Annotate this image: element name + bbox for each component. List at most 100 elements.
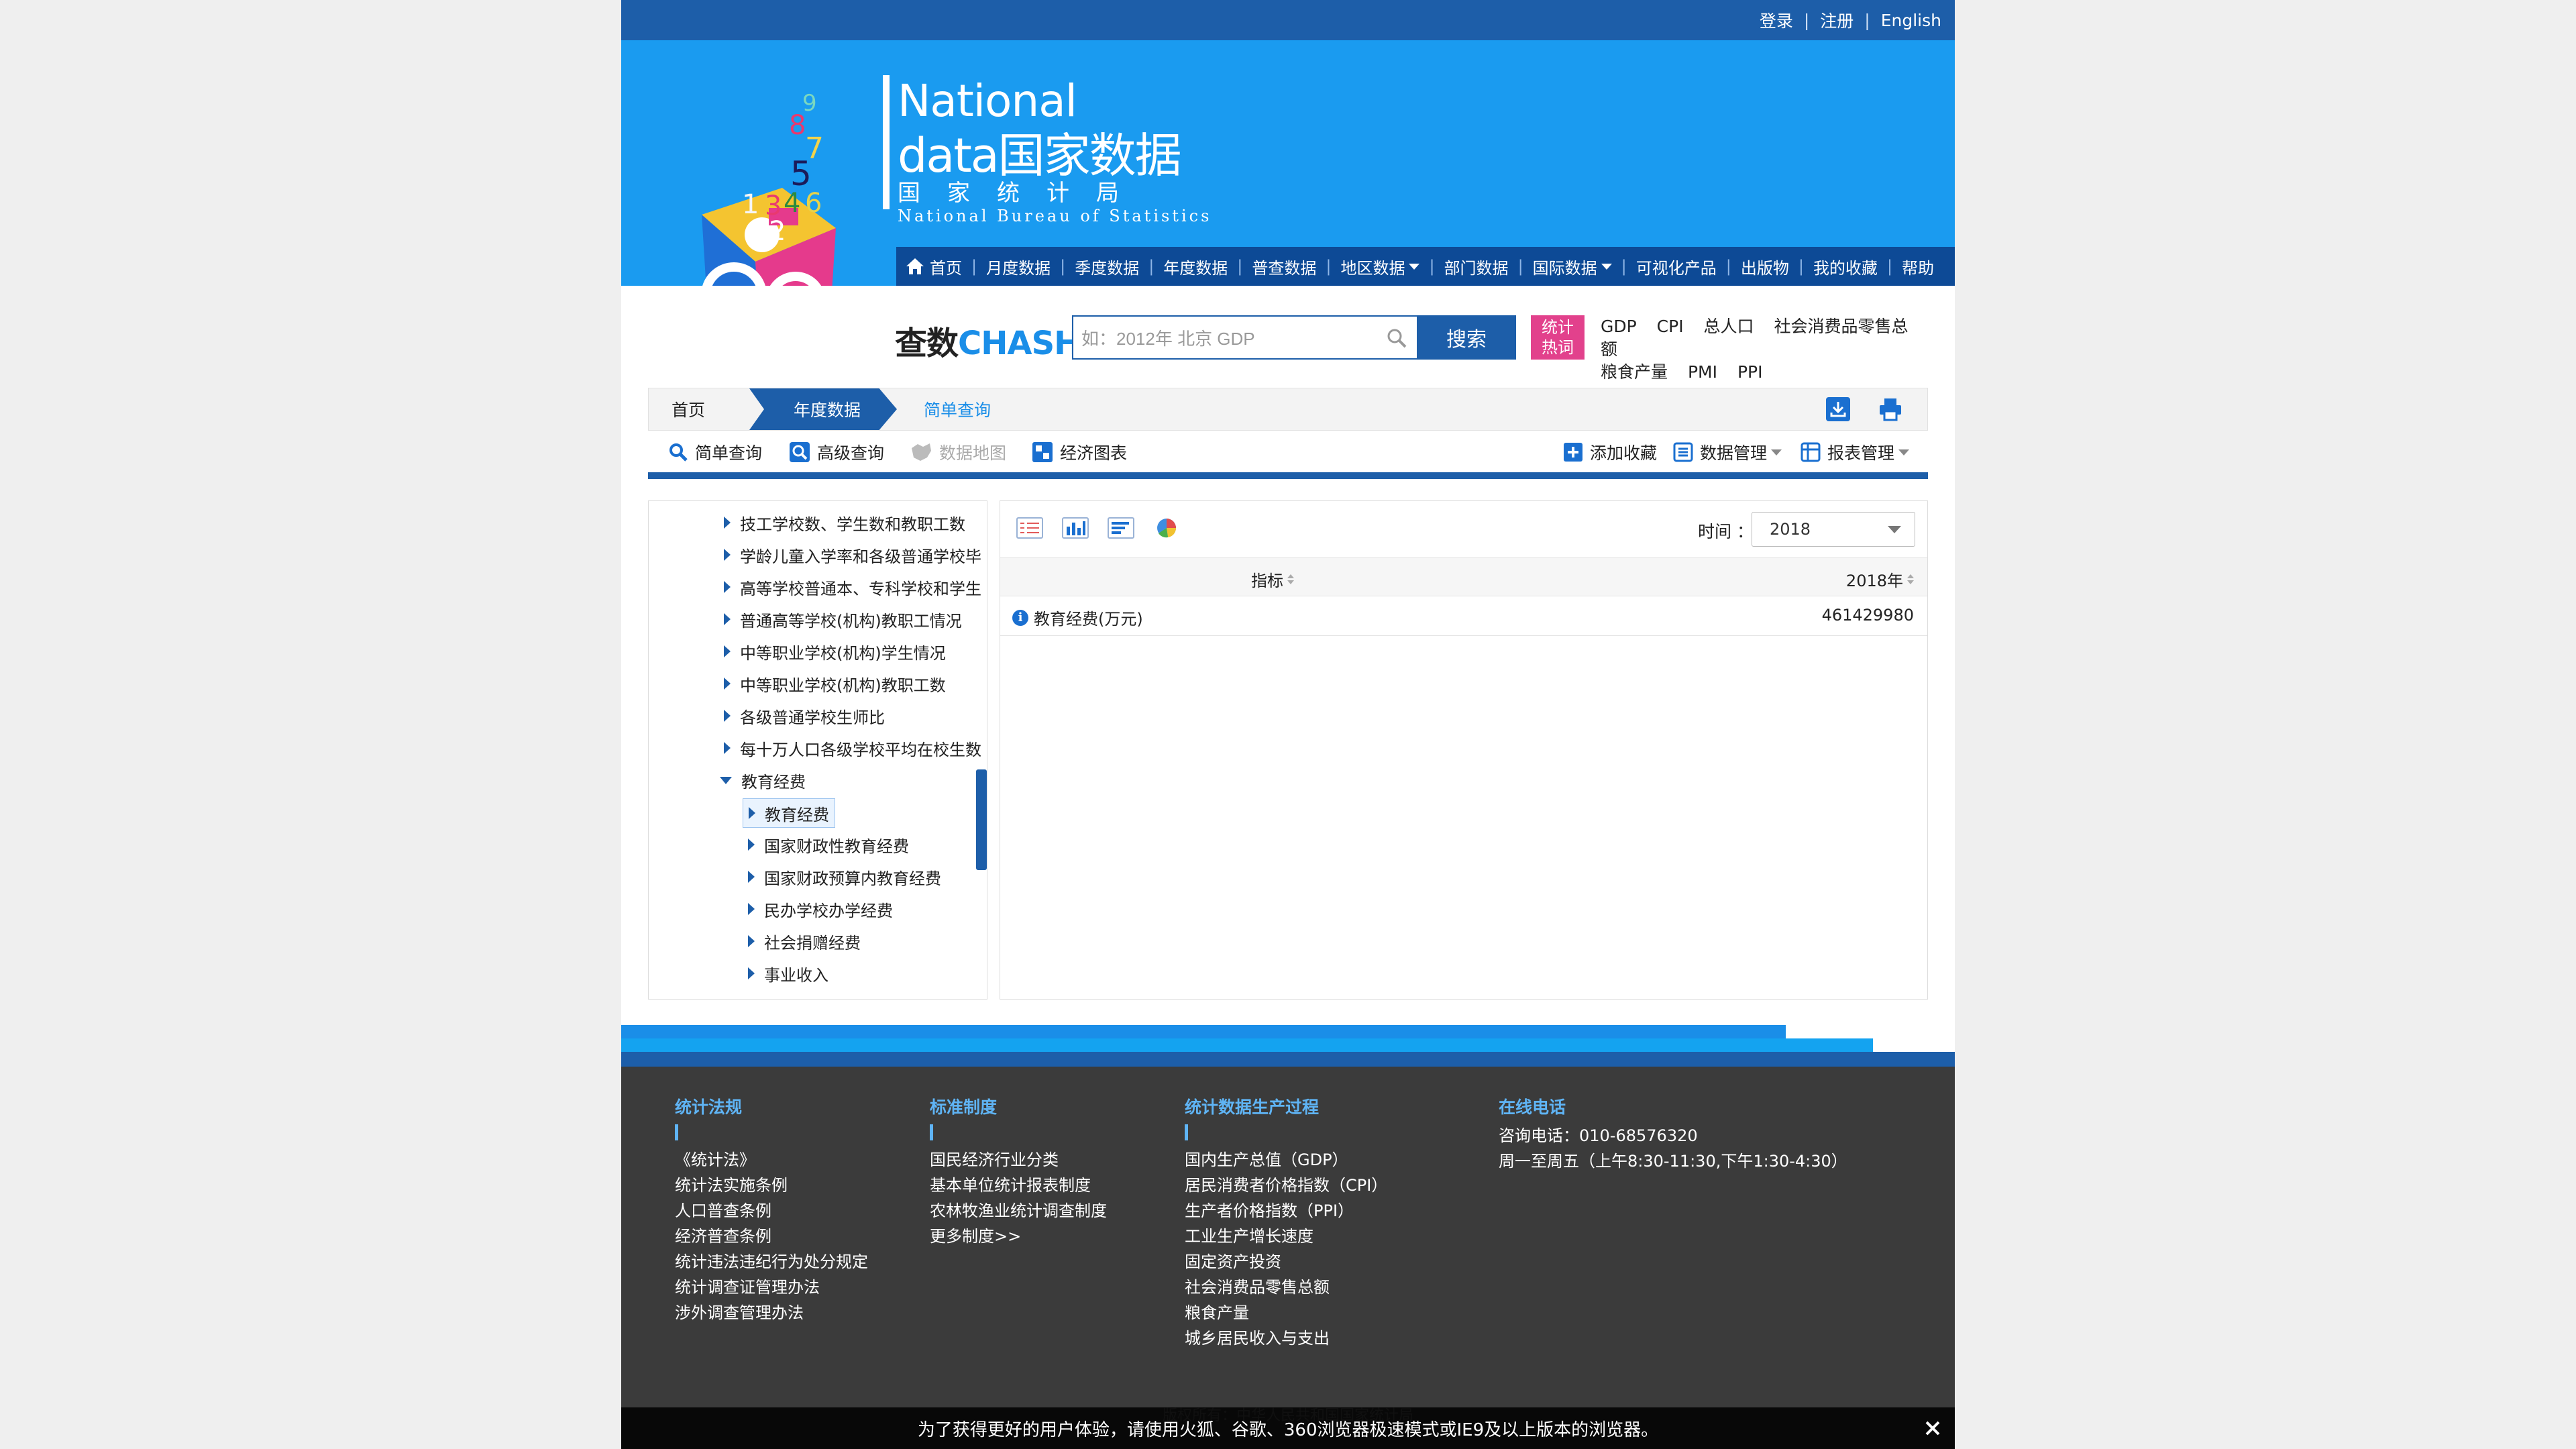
tree-item-label: 国家财政性教育经费 bbox=[764, 837, 909, 856]
home-icon bbox=[906, 258, 924, 274]
hot-term[interactable]: GDP bbox=[1601, 317, 1637, 336]
time-select[interactable]: 2018 bbox=[1752, 512, 1915, 547]
english-link[interactable]: English bbox=[1874, 11, 1948, 30]
tree-child[interactable]: 社会捐赠经费 bbox=[748, 925, 861, 957]
register-link[interactable]: 注册 bbox=[1813, 8, 1860, 32]
footer-link[interactable]: 固定资产投资 bbox=[1185, 1249, 1387, 1275]
footer-stripes bbox=[621, 1025, 1955, 1067]
bar-chart-icon[interactable] bbox=[1062, 516, 1089, 540]
tree-child[interactable]: 国家财政预算内教育经费 bbox=[748, 861, 941, 893]
nav-annual[interactable]: 年度数据 bbox=[1154, 255, 1237, 278]
info-icon[interactable]: i bbox=[1012, 609, 1028, 626]
footer-column-laws: 统计法规 《统计法》 统计法实施条例 人口普查条例 经济普查条例 统计违法违纪行… bbox=[675, 1095, 868, 1326]
login-link[interactable]: 登录 bbox=[1753, 8, 1800, 32]
tree-scrollbar[interactable] bbox=[976, 769, 987, 870]
tree-item-expanded[interactable]: 教育经费 bbox=[720, 764, 806, 796]
divider: | bbox=[1864, 10, 1870, 30]
tree-item-label: 事业收入 bbox=[764, 965, 828, 985]
footer-link[interactable]: 涉外调查管理办法 bbox=[675, 1300, 868, 1326]
triangle-right-icon bbox=[749, 807, 755, 819]
footer-link[interactable]: 统计调查证管理办法 bbox=[675, 1275, 868, 1300]
data-map-label: 数据地图 bbox=[939, 443, 1007, 463]
simple-query-tab[interactable]: 简单查询 bbox=[668, 440, 762, 464]
column-header-year[interactable]: 2018年 bbox=[1846, 568, 1914, 591]
nav-international[interactable]: 国际数据 bbox=[1523, 255, 1621, 278]
table-view-icon[interactable] bbox=[1016, 516, 1043, 540]
nav-favorites[interactable]: 我的收藏 bbox=[1804, 255, 1887, 278]
nav-regional[interactable]: 地区数据 bbox=[1331, 255, 1429, 278]
tree-child-selected[interactable]: 教育经费 bbox=[743, 798, 835, 828]
footer-link[interactable]: 城乡居民收入与支出 bbox=[1185, 1326, 1387, 1351]
digit: 6 bbox=[805, 188, 822, 219]
search-button[interactable]: 搜索 bbox=[1417, 315, 1516, 360]
tree-item[interactable]: 中等职业学校(机构)教职工数 bbox=[724, 667, 946, 700]
nav-department[interactable]: 部门数据 bbox=[1435, 255, 1518, 278]
site-logo[interactable]: National data国家数据 国家统计局 National Bureau … bbox=[883, 75, 1258, 243]
tree-item[interactable]: 技工学校数、学生数和教职工数 bbox=[724, 506, 965, 539]
hot-term[interactable]: 总人口 bbox=[1704, 317, 1754, 336]
chevron-down-icon bbox=[1771, 449, 1782, 455]
footer-link[interactable]: 生产者价格指数（PPI） bbox=[1185, 1198, 1387, 1224]
close-icon[interactable] bbox=[1921, 1417, 1944, 1440]
nav-visualization[interactable]: 可视化产品 bbox=[1627, 255, 1726, 278]
divider: | bbox=[1886, 257, 1893, 276]
horizontal-bar-icon[interactable] bbox=[1108, 516, 1134, 540]
data-management-dropdown[interactable]: 数据管理 bbox=[1673, 440, 1782, 464]
tree-item-label: 社会捐赠经费 bbox=[764, 933, 861, 953]
footer-column-contact: 在线电话 咨询电话：010-68576320 周一至周五（上午8:30-11:3… bbox=[1499, 1095, 1847, 1174]
footer-link[interactable]: 工业生产增长速度 bbox=[1185, 1224, 1387, 1249]
breadcrumb-current: 简单查询 bbox=[924, 400, 991, 420]
footer-link[interactable]: 人口普查条例 bbox=[675, 1198, 868, 1224]
nav-census[interactable]: 普查数据 bbox=[1242, 255, 1326, 278]
column-header-indicator[interactable]: 指标 bbox=[1251, 568, 1294, 591]
footer-link[interactable]: 统计违法违纪行为处分规定 bbox=[675, 1249, 868, 1275]
nav-monthly[interactable]: 月度数据 bbox=[977, 255, 1060, 278]
footer-link[interactable]: 农林牧渔业统计调查制度 bbox=[930, 1198, 1107, 1224]
triangle-right-icon bbox=[748, 967, 755, 979]
tree-item[interactable]: 普通高等学校(机构)教职工情况 bbox=[724, 603, 962, 635]
digit: 1 bbox=[742, 189, 759, 220]
footer-link[interactable]: 粮食产量 bbox=[1185, 1300, 1387, 1326]
footer-link[interactable]: 《统计法》 bbox=[675, 1147, 868, 1173]
download-icon[interactable] bbox=[1825, 396, 1851, 422]
tree-item[interactable]: 各级普通学校生师比 bbox=[724, 700, 885, 732]
hot-term[interactable]: 粮食产量 bbox=[1601, 362, 1668, 382]
footer-link[interactable]: 社会消费品零售总额 bbox=[1185, 1275, 1387, 1300]
hot-term[interactable]: PMI bbox=[1688, 362, 1717, 382]
data-map-tab[interactable]: 数据地图 bbox=[910, 440, 1006, 464]
footer-link[interactable]: 经济普查条例 bbox=[675, 1224, 868, 1249]
print-icon[interactable] bbox=[1878, 396, 1903, 422]
tree-child[interactable]: 民办学校办学经费 bbox=[748, 893, 893, 925]
advanced-query-tab[interactable]: 高级查询 bbox=[789, 440, 884, 464]
row-indicator-name: 教育经费(万元) bbox=[1034, 610, 1143, 629]
nav-help[interactable]: 帮助 bbox=[1892, 255, 1943, 278]
footer-link[interactable]: 统计法实施条例 bbox=[675, 1173, 868, 1198]
page: 登录 | 注册 | English 9 8 7 5 1 3 4 6 2 Nati… bbox=[621, 0, 1955, 1449]
tree-child[interactable]: 国家财政性教育经费 bbox=[748, 828, 909, 861]
hot-term[interactable]: 社会消费品零售总额 bbox=[1601, 317, 1909, 359]
search-icon[interactable] bbox=[1386, 327, 1407, 349]
report-management-dropdown[interactable]: 报表管理 bbox=[1801, 440, 1910, 464]
economic-chart-tab[interactable]: 经济图表 bbox=[1032, 440, 1127, 464]
nav-home[interactable]: 首页 bbox=[896, 255, 971, 278]
footer-link[interactable]: 国内生产总值（GDP） bbox=[1185, 1147, 1387, 1173]
time-label: 时间 ： bbox=[1698, 522, 1754, 541]
footer-link[interactable]: 国民经济行业分类 bbox=[930, 1147, 1107, 1173]
tree-item[interactable]: 每十万人口各级学校平均在校生数 bbox=[724, 732, 981, 764]
search-input[interactable] bbox=[1080, 323, 1378, 354]
footer-link[interactable]: 更多制度>> bbox=[930, 1224, 1107, 1249]
hot-term[interactable]: PPI bbox=[1737, 362, 1763, 382]
breadcrumb-home[interactable]: 首页 bbox=[649, 388, 772, 430]
tree-item[interactable]: 高等学校普通本、专科学校和学生 bbox=[724, 571, 981, 603]
tree-item[interactable]: 中等职业学校(机构)学生情况 bbox=[724, 635, 946, 667]
pie-chart-icon[interactable] bbox=[1153, 516, 1180, 540]
footer-link[interactable]: 居民消费者价格指数（CPI） bbox=[1185, 1173, 1387, 1198]
hot-term[interactable]: CPI bbox=[1657, 317, 1684, 336]
footer-link[interactable]: 基本单位统计报表制度 bbox=[930, 1173, 1107, 1198]
add-favorite-button[interactable]: 添加收藏 bbox=[1563, 440, 1657, 464]
nav-quarterly[interactable]: 季度数据 bbox=[1065, 255, 1148, 278]
tree-child[interactable]: 事业收入 bbox=[748, 957, 828, 989]
nav-publications[interactable]: 出版物 bbox=[1731, 255, 1799, 278]
breadcrumb-annual[interactable]: 年度数据 bbox=[749, 388, 897, 430]
tree-item[interactable]: 学龄儿童入学率和各级普通学校毕 bbox=[724, 539, 981, 571]
